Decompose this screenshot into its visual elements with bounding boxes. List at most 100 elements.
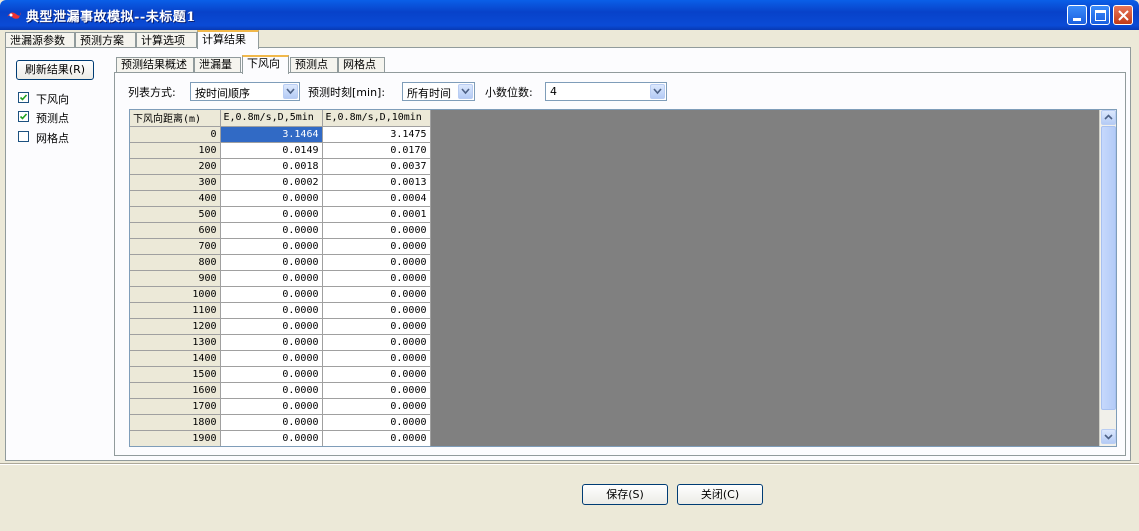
row-header-distance[interactable]: 1600: [130, 382, 221, 399]
tab-prediction-plan[interactable]: 预测方案: [75, 32, 136, 48]
row-header-distance[interactable]: 600: [130, 222, 221, 239]
table-cell[interactable]: 0.0000: [220, 366, 323, 383]
row-header-distance[interactable]: 700: [130, 238, 221, 255]
close-button[interactable]: 关闭(C): [677, 484, 763, 505]
scroll-thumb[interactable]: [1101, 126, 1116, 410]
table-row[interactable]: 1900 0.0000 0.0000: [130, 430, 431, 446]
row-header-distance[interactable]: 900: [130, 270, 221, 287]
row-header-distance[interactable]: 1000: [130, 286, 221, 303]
table-row[interactable]: 1100 0.0000 0.0000: [130, 302, 431, 319]
row-header-distance[interactable]: 1500: [130, 366, 221, 383]
table-cell[interactable]: 0.0000: [322, 238, 431, 255]
checkbox-box[interactable]: [18, 111, 29, 122]
checkbox-downwind[interactable]: 下风向: [18, 90, 108, 106]
row-header-distance[interactable]: 1400: [130, 350, 221, 367]
table-cell[interactable]: 0.0000: [220, 206, 323, 223]
row-header-distance[interactable]: 1800: [130, 414, 221, 431]
checkbox-grid-points[interactable]: 网格点: [18, 129, 108, 145]
row-header-distance[interactable]: 1200: [130, 318, 221, 335]
table-row[interactable]: 400 0.0000 0.0004: [130, 190, 431, 207]
table-row[interactable]: 1200 0.0000 0.0000: [130, 318, 431, 335]
checkbox-box[interactable]: [18, 92, 29, 103]
table-cell[interactable]: 0.0000: [322, 302, 431, 319]
column-header-5min[interactable]: E,0.8m/s,D,5min: [220, 110, 323, 127]
table-cell[interactable]: 0.0001: [322, 206, 431, 223]
table-cell[interactable]: 0.0000: [322, 430, 431, 446]
table-row[interactable]: 1000 0.0000 0.0000: [130, 286, 431, 303]
table-cell[interactable]: 0.0000: [322, 222, 431, 239]
table-cell[interactable]: 0.0170: [322, 142, 431, 159]
vertical-scrollbar[interactable]: [1099, 110, 1116, 446]
chevron-down-icon[interactable]: [650, 84, 665, 99]
tab-grid-points[interactable]: 网格点: [338, 57, 385, 73]
table-row[interactable]: 1700 0.0000 0.0000: [130, 398, 431, 415]
tab-calc-options[interactable]: 计算选项: [136, 32, 197, 48]
table-cell[interactable]: 0.0013: [322, 174, 431, 191]
table-cell[interactable]: 0.0000: [220, 254, 323, 271]
table-cell[interactable]: 0.0000: [322, 254, 431, 271]
table-cell[interactable]: 0.0000: [220, 414, 323, 431]
table-row[interactable]: 1300 0.0000 0.0000: [130, 334, 431, 351]
table-cell[interactable]: 0.0000: [220, 302, 323, 319]
table-cell[interactable]: 0.0000: [322, 270, 431, 287]
row-header-distance[interactable]: 1900: [130, 430, 221, 446]
results-grid[interactable]: 下风向距离(m) E,0.8m/s,D,5min E,0.8m/s,D,10mi…: [129, 109, 1117, 447]
table-row[interactable]: 200 0.0018 0.0037: [130, 158, 431, 175]
table-cell[interactable]: 0.0000: [220, 222, 323, 239]
row-header-distance[interactable]: 200: [130, 158, 221, 175]
table-cell[interactable]: 0.0000: [220, 334, 323, 351]
close-window-button[interactable]: [1113, 5, 1133, 25]
title-bar[interactable]: 典型泄漏事故模拟--未标题1: [0, 0, 1139, 30]
table-cell[interactable]: 0.0000: [322, 398, 431, 415]
table-row[interactable]: 500 0.0000 0.0001: [130, 206, 431, 223]
column-header-distance[interactable]: 下风向距离(m): [130, 110, 221, 127]
tab-prediction-points[interactable]: 预测点: [290, 57, 338, 73]
table-cell[interactable]: 0.0000: [220, 238, 323, 255]
table-cell[interactable]: 0.0000: [322, 286, 431, 303]
row-header-distance[interactable]: 500: [130, 206, 221, 223]
table-cell[interactable]: 0.0000: [220, 382, 323, 399]
tab-calc-results[interactable]: 计算结果: [197, 30, 259, 49]
table-row[interactable]: 600 0.0000 0.0000: [130, 222, 431, 239]
table-cell[interactable]: 0.0000: [220, 286, 323, 303]
table-row[interactable]: 700 0.0000 0.0000: [130, 238, 431, 255]
table-row[interactable]: 1800 0.0000 0.0000: [130, 414, 431, 431]
scroll-down-button[interactable]: [1101, 429, 1116, 444]
checkbox-box[interactable]: [18, 131, 29, 142]
refresh-results-button[interactable]: 刷新结果(R): [16, 60, 94, 80]
chevron-down-icon[interactable]: [283, 84, 298, 99]
table-row[interactable]: 800 0.0000 0.0000: [130, 254, 431, 271]
table-row[interactable]: 900 0.0000 0.0000: [130, 270, 431, 287]
checkbox-prediction-points[interactable]: 预测点: [18, 109, 108, 125]
tab-leak-source[interactable]: 泄漏源参数: [5, 32, 75, 48]
table-cell[interactable]: 0.0000: [220, 430, 323, 446]
list-mode-select[interactable]: 按时间顺序: [190, 82, 300, 101]
table-cell[interactable]: 0.0000: [220, 350, 323, 367]
row-header-distance[interactable]: 0: [130, 126, 221, 143]
table-cell[interactable]: 0.0004: [322, 190, 431, 207]
table-row[interactable]: 1500 0.0000 0.0000: [130, 366, 431, 383]
table-cell[interactable]: 3.1475: [322, 126, 431, 143]
table-cell[interactable]: 0.0000: [220, 190, 323, 207]
table-cell[interactable]: 0.0000: [322, 334, 431, 351]
scroll-up-button[interactable]: [1101, 110, 1116, 125]
table-row[interactable]: 300 0.0002 0.0013: [130, 174, 431, 191]
time-select[interactable]: 所有时间: [402, 82, 475, 101]
decimals-select[interactable]: 4: [545, 82, 667, 101]
table-cell[interactable]: 0.0000: [220, 318, 323, 335]
row-header-distance[interactable]: 800: [130, 254, 221, 271]
save-button[interactable]: 保存(S): [582, 484, 668, 505]
table-cell[interactable]: 0.0018: [220, 158, 323, 175]
table-row[interactable]: 1600 0.0000 0.0000: [130, 382, 431, 399]
column-header-10min[interactable]: E,0.8m/s,D,10min: [322, 110, 431, 127]
table-cell[interactable]: 0.0000: [322, 366, 431, 383]
maximize-button[interactable]: [1090, 5, 1110, 25]
chevron-down-icon[interactable]: [458, 84, 473, 99]
row-header-distance[interactable]: 400: [130, 190, 221, 207]
tab-downwind[interactable]: 下风向: [242, 55, 289, 74]
tab-leak-amount[interactable]: 泄漏量: [194, 57, 241, 73]
minimize-button[interactable]: [1067, 5, 1087, 25]
row-header-distance[interactable]: 1300: [130, 334, 221, 351]
row-header-distance[interactable]: 1700: [130, 398, 221, 415]
table-cell[interactable]: 0.0000: [322, 318, 431, 335]
